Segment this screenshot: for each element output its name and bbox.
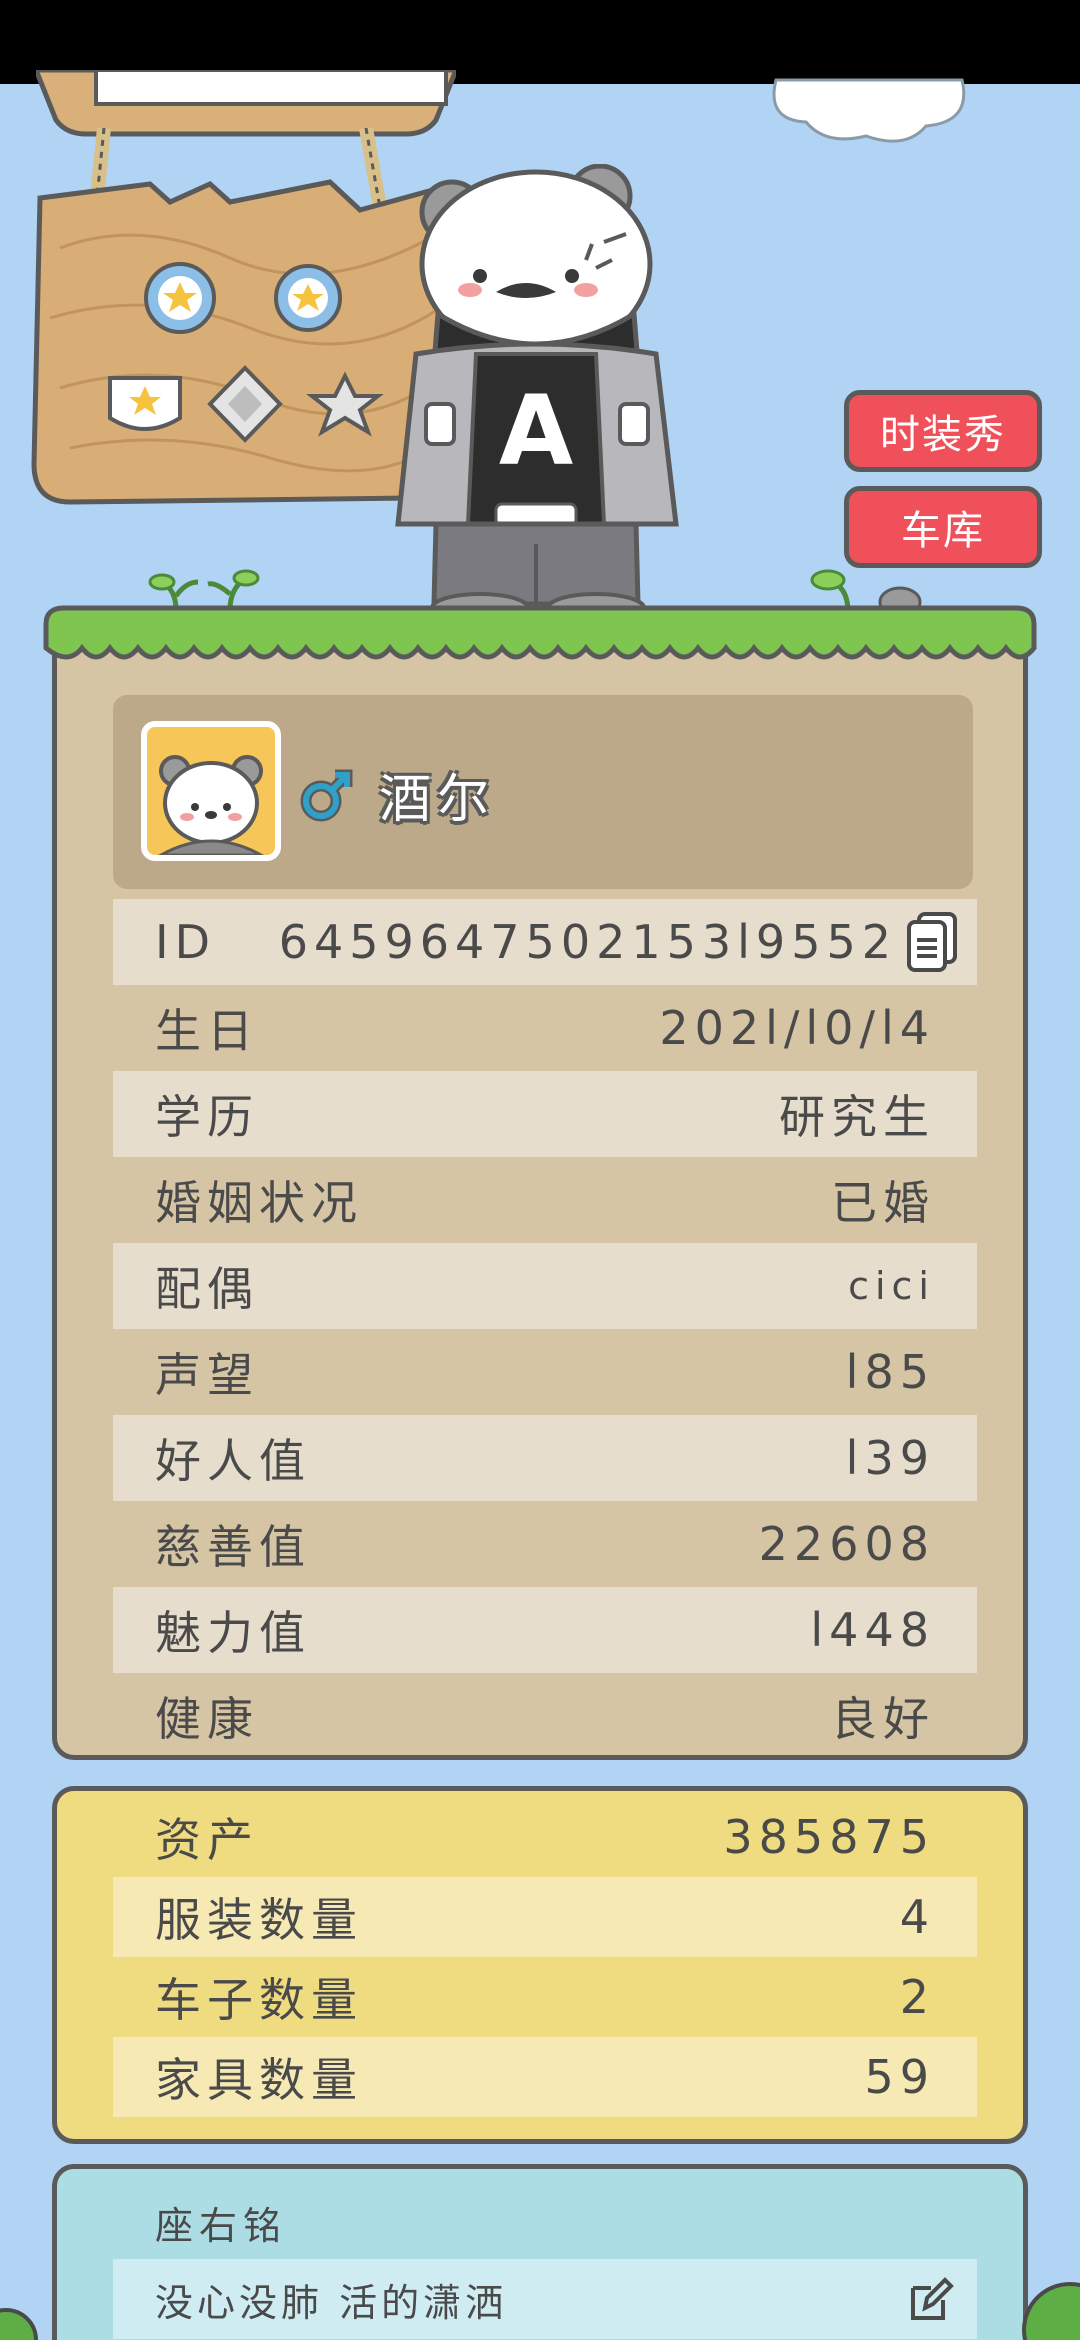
info-row-birthday: 生日 202l/l0/l4 bbox=[113, 985, 977, 1071]
info-label: 慈善值 bbox=[155, 1520, 311, 1574]
sprout-decoration bbox=[148, 569, 260, 610]
asset-row-total: 资产 385875 bbox=[113, 1797, 977, 1877]
info-value[interactable]: cici bbox=[848, 1264, 935, 1308]
asset-row-furniture: 家具数量 59 bbox=[113, 2037, 977, 2117]
name-panel: 酒尔 bbox=[113, 695, 973, 889]
info-value: 202l/l0/l4 bbox=[659, 1001, 935, 1055]
panda-avatar-icon bbox=[157, 755, 265, 855]
info-value: 良好 bbox=[831, 1692, 935, 1746]
asset-label: 服装数量 bbox=[155, 1893, 363, 1947]
info-row-reputation: 声望 l85 bbox=[113, 1329, 977, 1415]
medal-blue-1 bbox=[144, 262, 216, 334]
info-value: 22608 bbox=[758, 1517, 935, 1571]
asset-label: 家具数量 bbox=[155, 2053, 363, 2107]
info-row-goodness: 好人值 l39 bbox=[113, 1415, 977, 1501]
info-value: l448 bbox=[810, 1603, 935, 1657]
info-label: 好人值 bbox=[155, 1434, 311, 1488]
asset-row-clothing: 服装数量 4 bbox=[113, 1877, 977, 1957]
motto-field[interactable]: 没心没肺 活的潇洒 bbox=[113, 2259, 977, 2339]
info-value: l85 bbox=[845, 1345, 935, 1399]
medal-shield bbox=[108, 376, 182, 431]
cloud-decoration bbox=[772, 78, 966, 143]
info-value: 研究生 bbox=[779, 1090, 935, 1144]
edit-icon[interactable] bbox=[905, 2274, 955, 2324]
asset-value: 2 bbox=[899, 1970, 935, 2024]
bush-decoration bbox=[1022, 2282, 1080, 2340]
player-name: 酒尔 bbox=[379, 770, 496, 830]
info-value: 已婚 bbox=[831, 1176, 935, 1230]
profile-card: 酒尔 ID 6459647502153l9552 生日 202l/l0/l4 学… bbox=[52, 610, 1028, 1760]
info-row-health: 健康 良好 bbox=[113, 1673, 977, 1759]
info-value: l39 bbox=[845, 1431, 935, 1485]
asset-label: 资产 bbox=[155, 1813, 259, 1867]
asset-value: 385875 bbox=[723, 1810, 935, 1864]
avatar[interactable] bbox=[141, 721, 281, 861]
asset-row-cars: 车子数量 2 bbox=[113, 1957, 977, 2037]
medal-blue-2 bbox=[274, 264, 342, 332]
motto-card: 座右铭 没心没肺 活的潇洒 bbox=[52, 2164, 1028, 2340]
panda-character: A bbox=[395, 164, 679, 624]
info-row-spouse: 配偶 cici bbox=[113, 1243, 977, 1329]
info-row-charity: 慈善值 22608 bbox=[113, 1501, 977, 1587]
info-row-education: 学历 研究生 bbox=[113, 1071, 977, 1157]
bush-decoration bbox=[0, 2308, 38, 2340]
male-symbol-icon bbox=[300, 769, 353, 822]
info-label: 健康 bbox=[155, 1692, 259, 1746]
info-row-marital-status: 婚姻状况 已婚 bbox=[113, 1157, 977, 1243]
grass-strip bbox=[43, 605, 1037, 660]
info-label: 生日 bbox=[155, 1004, 259, 1058]
svg-text:A: A bbox=[499, 375, 573, 487]
info-label: 配偶 bbox=[155, 1262, 259, 1316]
asset-label: 车子数量 bbox=[155, 1973, 363, 2027]
info-list: ID 6459647502153l9552 生日 202l/l0/l4 学历 研… bbox=[113, 899, 977, 1759]
asset-card: 资产 385875 服装数量 4 车子数量 2 家具数量 59 bbox=[52, 1786, 1028, 2144]
info-row-charm: 魅力值 l448 bbox=[113, 1587, 977, 1673]
info-label: 婚姻状况 bbox=[155, 1176, 363, 1230]
garage-button[interactable]: 车库 bbox=[844, 486, 1042, 568]
info-label: ID bbox=[155, 915, 216, 969]
info-row-id: ID 6459647502153l9552 bbox=[113, 899, 977, 985]
asset-value: 4 bbox=[899, 1890, 935, 1944]
copy-icon[interactable] bbox=[905, 910, 959, 974]
info-label: 学历 bbox=[155, 1090, 259, 1144]
info-label: 声望 bbox=[155, 1348, 259, 1402]
motto-title: 座右铭 bbox=[155, 2204, 288, 2248]
asset-list: 资产 385875 服装数量 4 车子数量 2 家具数量 59 bbox=[113, 1797, 977, 2117]
info-value: 6459647502153l9552 bbox=[278, 915, 897, 969]
asset-value: 59 bbox=[864, 2050, 935, 2104]
info-label: 魅力值 bbox=[155, 1606, 311, 1660]
fashion-show-button[interactable]: 时装秀 bbox=[844, 390, 1042, 472]
motto-text: 没心没肺 活的潇洒 bbox=[155, 2280, 508, 2325]
